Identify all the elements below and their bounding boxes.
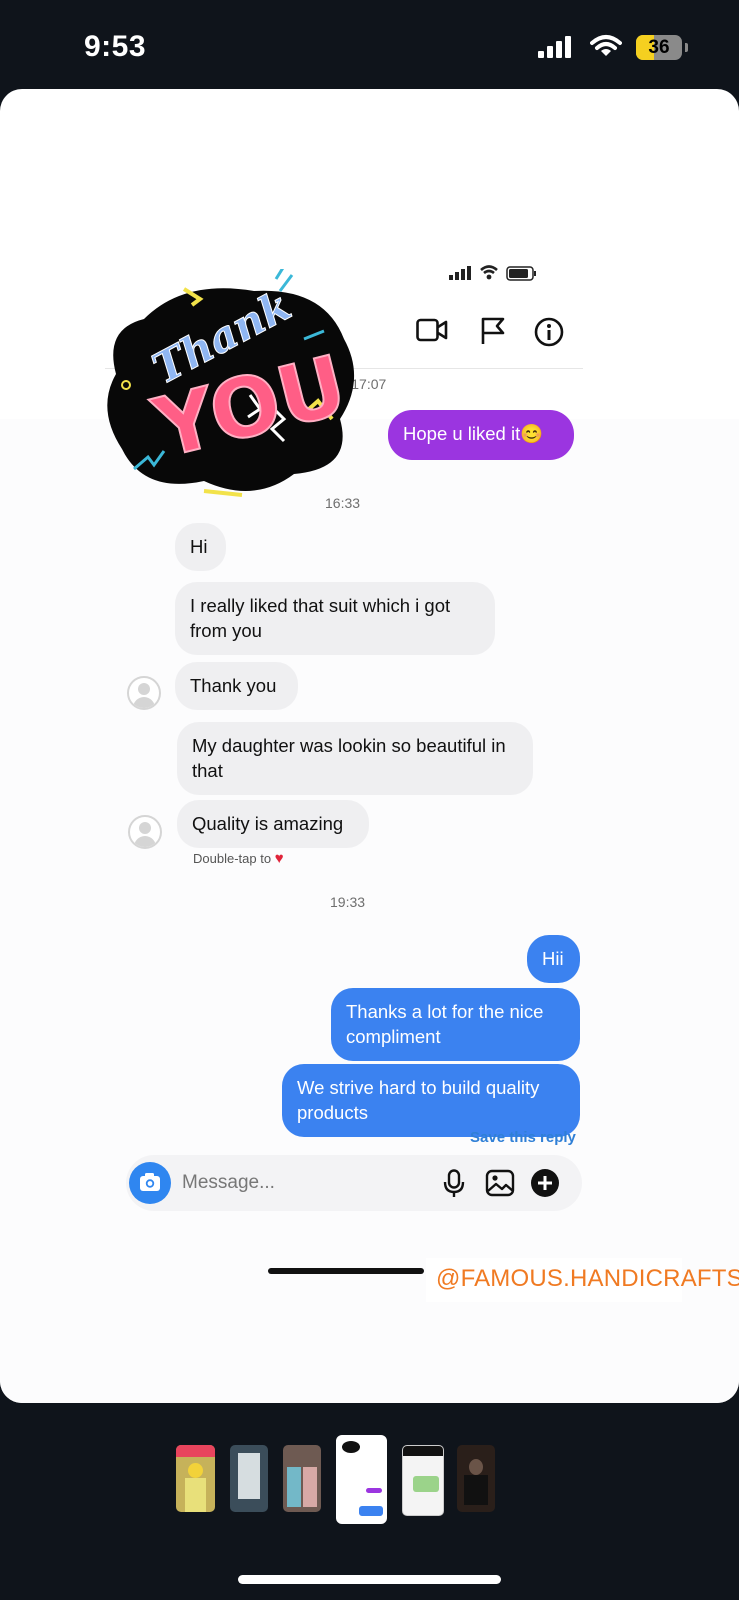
cellular-signal-icon xyxy=(538,36,574,63)
message-text: We strive hard to build quality products xyxy=(297,1077,540,1123)
camera-icon xyxy=(140,1173,160,1191)
account-handle-text: @FAMOUS.HANDICRAFTS xyxy=(436,1265,739,1292)
thank-you-sticker: Thank YOU xyxy=(104,262,360,514)
camera-button[interactable] xyxy=(129,1162,171,1204)
inner-status-icons xyxy=(449,263,545,288)
battery-level: 36 xyxy=(648,37,670,58)
outgoing-message[interactable]: Hope u liked it😊 xyxy=(388,410,574,460)
sender-avatar[interactable] xyxy=(127,676,161,710)
home-indicator[interactable] xyxy=(238,1575,501,1584)
wifi-icon xyxy=(590,34,622,63)
incoming-message[interactable]: I really liked that suit which i got fro… xyxy=(175,582,495,655)
outgoing-message[interactable]: Thanks a lot for the nice compliment xyxy=(331,988,580,1061)
story-card[interactable]: 29 APR, 17:07 Hope u liked it😊 16:33 Hi … xyxy=(0,89,739,1403)
message-text: Hi xyxy=(190,536,208,557)
incoming-message[interactable]: Thank you xyxy=(175,662,298,710)
message-composer[interactable]: Message... xyxy=(126,1155,582,1211)
story-thumbnail[interactable] xyxy=(283,1445,321,1512)
story-thumbnail-active[interactable] xyxy=(336,1435,387,1524)
double-tap-hint: Double-tap to ♥ xyxy=(193,850,284,867)
heart-icon: ♥ xyxy=(274,850,284,867)
message-text: I really liked that suit which i got fro… xyxy=(190,595,451,641)
timestamp: 19:33 xyxy=(330,894,366,910)
outgoing-message[interactable]: Hii xyxy=(527,935,580,983)
message-text: Thanks a lot for the nice compliment xyxy=(346,1001,544,1047)
message-text: My daughter was lookin so beautiful in t… xyxy=(192,735,506,781)
gallery-icon[interactable] xyxy=(485,1169,515,1202)
plus-icon[interactable] xyxy=(531,1169,559,1202)
battery-icon: 36 xyxy=(636,35,688,60)
save-reply-link[interactable]: Save this reply xyxy=(470,1129,576,1146)
handle-underline xyxy=(268,1268,424,1274)
message-text: Hope u liked it xyxy=(403,423,521,444)
story-thumbnail[interactable] xyxy=(402,1445,444,1516)
smile-emoji: 😊 xyxy=(520,423,544,444)
incoming-message[interactable]: Quality is amazing xyxy=(177,800,369,848)
story-thumbnail[interactable] xyxy=(230,1445,268,1512)
status-time: 9:53 xyxy=(84,30,147,63)
message-text: Hii xyxy=(542,948,564,969)
incoming-message[interactable]: Hi xyxy=(175,523,226,571)
info-icon[interactable] xyxy=(534,317,564,352)
sender-avatar[interactable] xyxy=(128,815,162,849)
incoming-message[interactable]: My daughter was lookin so beautiful in t… xyxy=(177,722,533,795)
message-text: Quality is amazing xyxy=(192,813,344,834)
microphone-icon[interactable] xyxy=(442,1169,466,1204)
message-input[interactable]: Message... xyxy=(182,1172,275,1194)
outgoing-message[interactable]: We strive hard to build quality products xyxy=(282,1064,580,1137)
message-text: Thank you xyxy=(190,675,277,696)
story-thumbnail[interactable] xyxy=(176,1445,215,1512)
flag-icon[interactable] xyxy=(480,317,506,350)
video-call-icon[interactable] xyxy=(416,317,448,348)
story-thumbnail[interactable] xyxy=(457,1445,495,1512)
